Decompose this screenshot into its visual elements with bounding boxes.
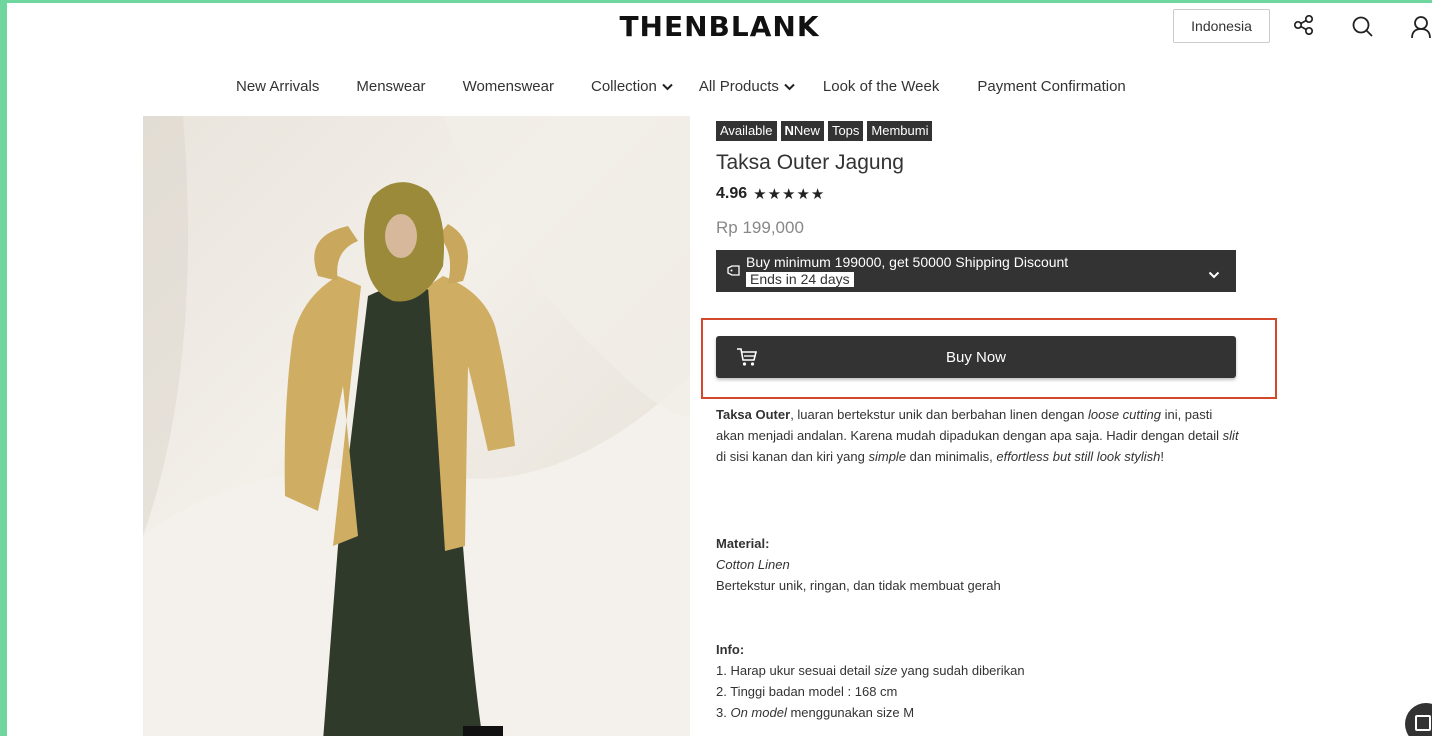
- product-image[interactable]: [143, 116, 690, 736]
- tag-icon: [727, 264, 740, 280]
- share-icon[interactable]: [1293, 15, 1315, 35]
- product-rating[interactable]: 4.96 ★★★★★: [716, 185, 825, 203]
- cart-icon: [736, 347, 758, 371]
- nav-all-products[interactable]: All Products: [699, 78, 795, 95]
- buy-now-label: Buy Now: [945, 348, 1007, 366]
- product-title: Taksa Outer Jagung: [716, 151, 904, 174]
- material-section: Material: Cotton Linen Bertekstur unik, …: [716, 533, 1001, 596]
- tag-available: Available: [716, 121, 777, 141]
- star-rating-icon: ★★★★★: [753, 185, 826, 203]
- nav-new-arrivals[interactable]: New Arrivals: [236, 78, 319, 95]
- promo-text: Buy minimum 199000, get 50000 Shipping D…: [746, 254, 1069, 270]
- nav-collection[interactable]: Collection: [591, 78, 673, 95]
- chevron-down-icon: [662, 83, 673, 90]
- nav-menswear[interactable]: Menswear: [356, 78, 425, 95]
- buy-now-button[interactable]: Buy Now: [716, 336, 1236, 378]
- product-photo-illustration: [143, 116, 690, 736]
- user-icon[interactable]: [1410, 15, 1432, 39]
- chat-icon: [1415, 715, 1431, 731]
- product-description: Taksa Outer, luaran bertekstur unik dan …: [716, 407, 1239, 464]
- shipping-promo-banner[interactable]: Buy minimum 199000, get 50000 Shipping D…: [716, 250, 1236, 292]
- tag-tops[interactable]: Tops: [827, 121, 864, 141]
- region-selector[interactable]: Indonesia: [1173, 9, 1270, 43]
- chevron-down-icon[interactable]: [1208, 266, 1220, 282]
- search-icon[interactable]: [1351, 15, 1375, 39]
- product-tags: Available NNew Tops Membumi: [716, 121, 933, 141]
- info-line-2: 2. Tinggi badan model : 168 cm: [716, 684, 898, 699]
- info-line-1: 1. Harap ukur sesuai detail size yang su…: [716, 663, 1025, 678]
- material-fabric: Cotton Linen: [716, 557, 790, 572]
- tag-membumi[interactable]: Membumi: [867, 121, 933, 141]
- chevron-down-icon: [784, 83, 795, 90]
- info-section: Info: 1. Harap ukur sesuai detail size y…: [716, 639, 1025, 723]
- page: THENBLANK Indonesia New Arrivals Menswea…: [7, 3, 1432, 736]
- main-nav: New Arrivals Menswear Womenswear Collect…: [236, 78, 1126, 95]
- material-label: Material:: [716, 536, 770, 551]
- nav-payment-confirmation[interactable]: Payment Confirmation: [977, 78, 1125, 95]
- rating-value: 4.96: [716, 185, 748, 202]
- info-line-3: 3. On model menggunakan size M: [716, 705, 915, 720]
- product-price: Rp 199,000: [716, 218, 804, 237]
- promo-countdown: Ends in 24 days: [746, 272, 854, 287]
- info-label: Info:: [716, 642, 745, 657]
- material-note: Bertekstur unik, ringan, dan tidak membu…: [716, 578, 1001, 593]
- nav-womenswear[interactable]: Womenswear: [463, 78, 554, 95]
- tag-new: NNew: [780, 121, 824, 141]
- chat-button[interactable]: [1405, 703, 1432, 736]
- nav-look-of-the-week[interactable]: Look of the Week: [823, 78, 939, 95]
